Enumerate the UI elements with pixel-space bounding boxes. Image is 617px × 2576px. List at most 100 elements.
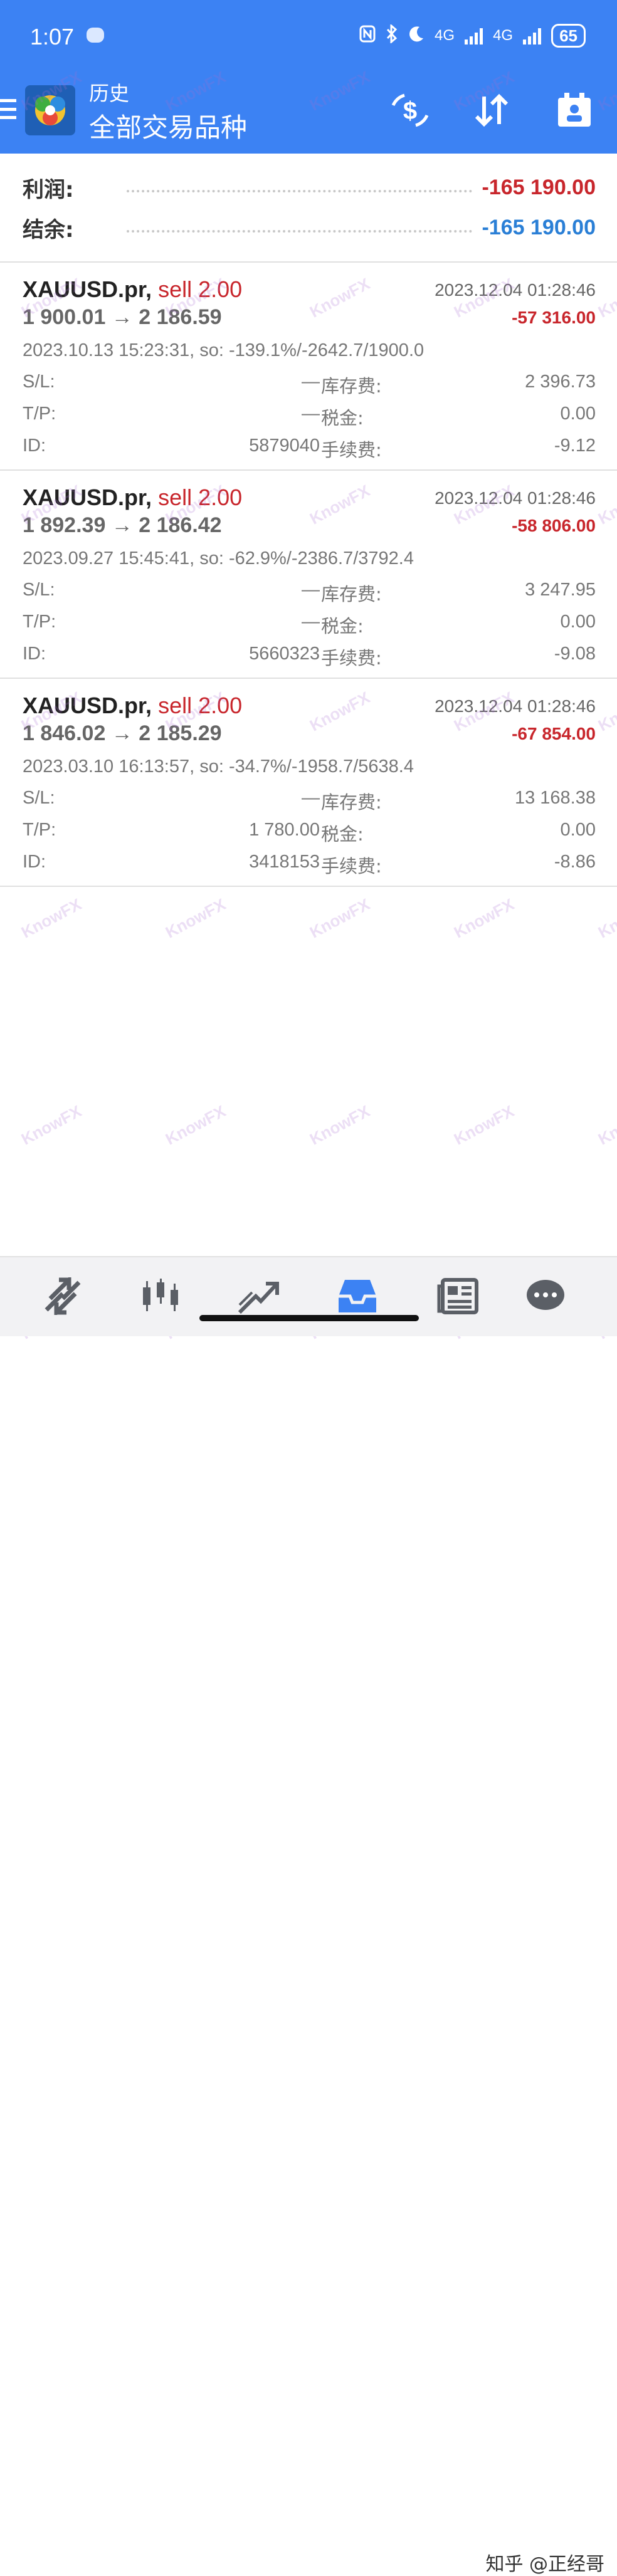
tax-value: 0.00 xyxy=(560,612,596,632)
swap-label: 库存费: xyxy=(321,792,382,813)
symbol-filter[interactable]: 全部交易品种 xyxy=(89,107,247,145)
bluetooth-icon xyxy=(386,23,398,48)
trade-detail-row: T/P: 1 780.00 税金: 0.00 xyxy=(23,820,596,845)
dotted-leader xyxy=(127,190,472,192)
knowfx-watermark: KnowFX xyxy=(306,1101,373,1149)
chart-icon xyxy=(143,1279,178,1311)
balance-label: 结余: xyxy=(23,217,74,243)
trade-detail-row: T/P: — 税金: 0.00 xyxy=(23,612,596,637)
trade-profit: -57 316.00 xyxy=(512,308,596,327)
tax-label: 税金: xyxy=(321,824,364,845)
trade-open-info: 2023.03.10 16:13:57, so: -34.7%/-1958.7/… xyxy=(23,757,414,777)
tp-label: T/P: xyxy=(23,612,56,632)
menu-icon[interactable] xyxy=(0,99,16,119)
watermark-credit: 知乎 @正经哥 xyxy=(485,2553,604,2575)
trade-symbol: XAUUSD.pr, sell 2.00 xyxy=(23,484,243,510)
nav-chart[interactable] xyxy=(137,1274,184,1319)
trade-item[interactable]: XAUUSD.pr, sell 2.00 2023.12.04 01:28:46… xyxy=(0,679,617,887)
knowfx-watermark: KnowFX xyxy=(450,1101,517,1149)
currency-exchange-button[interactable]: $ xyxy=(388,88,433,133)
fee-value: -9.12 xyxy=(554,436,596,456)
sl-label: S/L: xyxy=(23,372,55,392)
id-value: 5660323 xyxy=(249,644,320,664)
knowfx-watermark: KnowFX xyxy=(18,894,85,942)
message-notification-icon xyxy=(87,28,104,43)
id-label: ID: xyxy=(23,436,46,456)
trade-side: sell 2.00 xyxy=(158,693,243,718)
app-logo xyxy=(25,85,75,135)
fee-value: -9.08 xyxy=(554,644,596,664)
trade-side: sell 2.00 xyxy=(158,276,243,302)
svg-text:$: $ xyxy=(403,97,417,125)
trade-detail-row: S/L: — 库存费: 13 168.38 xyxy=(23,788,596,813)
trade-item[interactable]: XAUUSD.pr, sell 2.00 2023.12.04 01:28:46… xyxy=(0,471,617,679)
swap-label: 库存费: xyxy=(321,584,382,605)
trade-detail-row: T/P: — 税金: 0.00 xyxy=(23,404,596,429)
quotes-icon xyxy=(45,1277,81,1315)
profit-value: -165 190.00 xyxy=(482,175,596,199)
battery-level: 65 xyxy=(551,24,586,48)
swap-value: 2 396.73 xyxy=(525,372,596,392)
trade-close-time: 2023.12.04 01:28:46 xyxy=(435,488,596,508)
nfc-icon xyxy=(359,25,376,47)
nav-history[interactable] xyxy=(334,1274,381,1319)
fee-label: 手续费: xyxy=(321,439,382,461)
fee-label: 手续费: xyxy=(321,647,382,669)
trade-detail-row: S/L: — 库存费: 3 247.95 xyxy=(23,580,596,605)
nav-messages[interactable] xyxy=(522,1274,569,1319)
trade-profit: -58 806.00 xyxy=(512,516,596,535)
history-summary: 利润: -165 190.00 结余: -165 190.00 xyxy=(0,154,617,263)
status-icons: 4G 4G 65 xyxy=(359,23,586,48)
status-time: 1:07 xyxy=(30,24,75,50)
knowfx-watermark: KnowFX xyxy=(594,1101,617,1149)
calendar-button[interactable] xyxy=(552,88,597,133)
trade-close-time: 2023.12.04 01:28:46 xyxy=(435,696,596,716)
trade-item[interactable]: XAUUSD.pr, sell 2.00 2023.12.04 01:28:46… xyxy=(0,263,617,471)
knowfx-watermark: KnowFX xyxy=(18,1101,85,1149)
nav-trade[interactable] xyxy=(235,1274,282,1319)
tp-value: — xyxy=(302,404,320,424)
id-label: ID: xyxy=(23,644,46,664)
fee-label: 手续费: xyxy=(321,856,382,877)
sl-value: — xyxy=(302,580,320,600)
tp-label: T/P: xyxy=(23,820,56,840)
home-indicator[interactable] xyxy=(199,1315,419,1321)
knowfx-watermark: KnowFX xyxy=(594,894,617,942)
id-value: 5879040 xyxy=(249,436,320,456)
network-label-2: 4G xyxy=(493,27,514,44)
trade-close-time: 2023.12.04 01:28:46 xyxy=(435,280,596,300)
nav-quotes[interactable] xyxy=(39,1274,87,1319)
trade-open-info: 2023.10.13 15:23:31, so: -139.1%/-2642.7… xyxy=(23,340,425,360)
messages-icon xyxy=(527,1280,564,1310)
network-label-1: 4G xyxy=(435,27,455,44)
trade-open-info: 2023.09.27 15:45:41, so: -62.9%/-2386.7/… xyxy=(23,548,414,568)
profit-row: 利润: -165 190.00 xyxy=(23,172,596,202)
dotted-leader xyxy=(127,230,472,233)
profit-label: 利润: xyxy=(23,177,74,202)
tp-value: — xyxy=(302,612,320,632)
trade-icon xyxy=(238,1282,279,1314)
sl-value: — xyxy=(302,372,320,392)
sl-value: — xyxy=(302,788,320,808)
trade-profit: -67 854.00 xyxy=(512,724,596,743)
trade-detail-row: ID: 5879040 手续费: -9.12 xyxy=(23,436,596,461)
knowfx-watermark: KnowFX xyxy=(162,894,229,942)
tax-value: 0.00 xyxy=(560,820,596,840)
tax-label: 税金: xyxy=(321,615,364,637)
trade-prices: 1 892.39 → 2 186.42 xyxy=(23,513,222,537)
tp-value: 1 780.00 xyxy=(249,820,320,840)
swap-value: 3 247.95 xyxy=(525,580,596,600)
trade-detail-row: S/L: — 库存费: 2 396.73 xyxy=(23,372,596,397)
sl-label: S/L: xyxy=(23,788,55,808)
trade-side: sell 2.00 xyxy=(158,484,243,510)
sort-icon xyxy=(475,93,509,127)
trade-detail-row: ID: 3418153 手续费: -8.86 xyxy=(23,852,596,877)
balance-value: -165 190.00 xyxy=(482,215,596,239)
trade-detail-row: ID: 5660323 手续费: -9.08 xyxy=(23,644,596,669)
trade-prices: 1 900.01 → 2 186.59 xyxy=(23,305,222,329)
app-header: 1:07 4G 4G 65 历史 全部交易品种 $ xyxy=(0,0,617,154)
nav-news[interactable] xyxy=(434,1274,482,1319)
id-label: ID: xyxy=(23,852,46,872)
sort-button[interactable] xyxy=(469,88,514,133)
trade-symbol: XAUUSD.pr, sell 2.00 xyxy=(23,276,243,302)
